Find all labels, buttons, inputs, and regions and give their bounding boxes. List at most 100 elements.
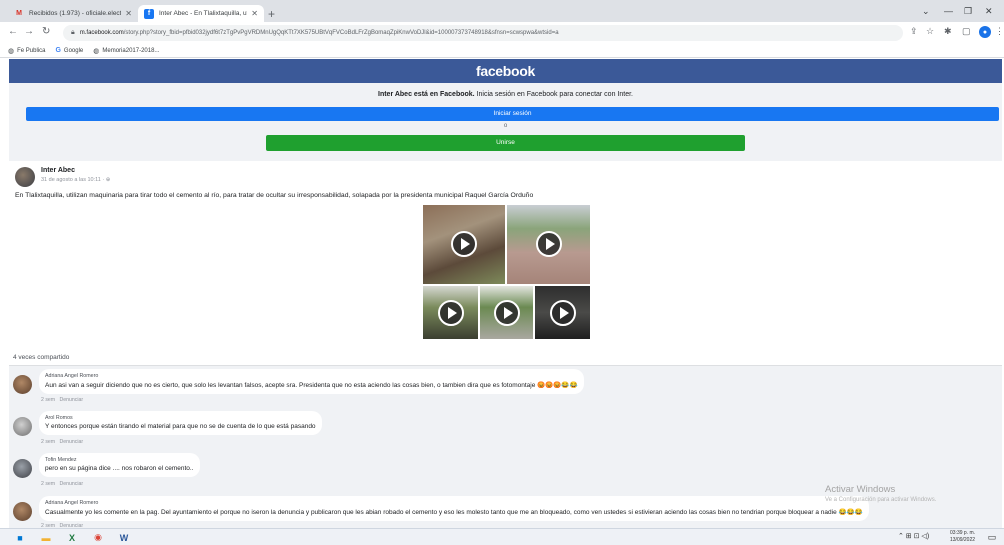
comment-time[interactable]: 2 sem <box>41 439 55 445</box>
or-separator: o <box>503 123 508 129</box>
url-path: /story.php?story_fbid=pfbid032jydf6t7zTg… <box>123 30 559 36</box>
video-thumbnail[interactable] <box>480 286 533 339</box>
forward-icon[interactable]: → <box>24 26 34 37</box>
avatar[interactable] <box>13 375 32 394</box>
system-tray[interactable]: ⌃ ⊞ ⊡ ◁) <box>898 532 929 540</box>
comment-text: Aun asi van a seguir diciendo que no es … <box>45 382 536 389</box>
play-icon[interactable] <box>438 300 464 326</box>
join-button[interactable]: Unirse <box>266 135 745 151</box>
globe-icon: ◍ <box>93 47 100 55</box>
star-icon[interactable]: ☆ <box>926 26 934 37</box>
comment-meta: 2 sem Denunciar <box>41 481 83 487</box>
avatar[interactable] <box>15 167 35 187</box>
comment-text: pero en su página dice .... nos robaron … <box>45 465 194 472</box>
bookmark-item[interactable]: G Google <box>55 47 83 54</box>
comment-bubble: Adriana Angel Romero Casualmente yo les … <box>39 496 869 521</box>
comment-text: Y entonces porque están tirando el mater… <box>45 423 316 430</box>
login-promo: Inter Abec está en Facebook. Inicia sesi… <box>9 83 1002 161</box>
file-explorer-icon[interactable]: ▬ <box>40 532 52 543</box>
tab-gmail[interactable]: M Recibidos (1.973) - oficiale.elect. ✕ <box>8 5 138 22</box>
maximize-button[interactable]: ❐ <box>964 6 972 17</box>
back-icon[interactable]: ← <box>8 26 18 37</box>
clock-date: 13/09/2022 <box>950 537 976 543</box>
tab-title: Recibidos (1.973) - oficiale.elect. <box>29 10 122 17</box>
post-author[interactable]: Inter Abec <box>41 167 75 174</box>
bookmark-item[interactable]: ◍ Memoria2017-2018... <box>93 47 159 55</box>
post-body: En Tlalixtaquilla, utilizan maquinaria p… <box>15 192 534 199</box>
facebook-logo[interactable]: facebook <box>476 63 535 79</box>
browser-toolbar: ← → ↻ 🔒︎ m.facebook.com /story.php?story… <box>0 22 1004 44</box>
word-icon[interactable]: W <box>118 532 130 543</box>
report-link[interactable]: Denunciar <box>59 481 83 487</box>
video-thumbnail[interactable] <box>535 286 590 339</box>
login-button[interactable]: Iniciar sesión <box>26 107 999 121</box>
comment-bubble: Adriana Angel Romero Aun asi van a segui… <box>39 369 584 394</box>
url-host: m.facebook.com <box>79 30 124 36</box>
minimize-button[interactable]: — <box>944 6 953 16</box>
comment-time[interactable]: 2 sem <box>41 481 55 487</box>
avatar[interactable] <box>13 417 32 436</box>
play-icon[interactable] <box>451 231 477 257</box>
comment-bubble: Arol Romos Y entonces porque están tiran… <box>39 411 322 435</box>
comment-author[interactable]: Arol Romos <box>45 415 316 421</box>
promo-message: Inicia sesión en Facebook para conectar … <box>474 91 633 98</box>
bookmark-label: Memoria2017-2018... <box>102 47 160 54</box>
comment-meta: 2 sem Denunciar <box>41 397 83 403</box>
sidebar-icon[interactable]: ▢ <box>962 26 971 37</box>
close-tab-icon[interactable]: ✕ <box>125 9 132 18</box>
report-link[interactable]: Denunciar <box>59 397 83 403</box>
avatar[interactable] <box>13 459 32 478</box>
play-icon[interactable] <box>550 300 576 326</box>
facebook-header: facebook <box>9 59 1002 83</box>
bookmarks-bar: ◍ Fe Publica G Google ◍ Memoria2017-2018… <box>0 44 1004 58</box>
play-icon[interactable] <box>494 300 520 326</box>
share-count[interactable]: 4 veces compartido <box>13 354 69 361</box>
bookmark-item[interactable]: ◍ Fe Publica <box>8 47 45 55</box>
windows-start-icon[interactable]: ■ <box>14 532 26 543</box>
comment-emoji: 😂😂😂 <box>838 509 863 516</box>
avatar[interactable] <box>13 502 32 521</box>
google-icon: G <box>55 47 61 54</box>
new-tab-button[interactable]: + <box>268 7 275 21</box>
notifications-icon[interactable]: ▭ <box>986 532 998 543</box>
gmail-icon: M <box>16 10 22 17</box>
video-thumbnail[interactable] <box>423 205 505 284</box>
activation-watermark-subtitle: Ve a Configuración para activar Windows. <box>825 497 937 503</box>
comment-text: Casualmente yo les comente en la pag. De… <box>45 509 837 516</box>
clock[interactable]: 03:39 p. m. 13/09/2022 <box>950 530 975 544</box>
comment-time[interactable]: 2 sem <box>41 397 55 403</box>
browser-tab-bar: M Recibidos (1.973) - oficiale.elect. ✕ … <box>0 0 1004 22</box>
activation-watermark-title: Activar Windows <box>825 484 896 495</box>
comment-author[interactable]: Tofin Mendez <box>45 457 194 463</box>
video-thumbnail[interactable] <box>423 286 478 339</box>
comment-author[interactable]: Adriana Angel Romero <box>45 373 578 379</box>
play-icon[interactable] <box>536 231 562 257</box>
bookmark-label: Fe Publica <box>17 47 46 54</box>
chrome-icon[interactable]: ◉ <box>92 532 104 543</box>
menu-icon[interactable]: ⋮ <box>995 26 1004 37</box>
comment-emoji: 😡😡😡😂😂 <box>537 382 578 389</box>
reload-icon[interactable]: ↻ <box>42 26 50 37</box>
address-bar[interactable]: 🔒︎ m.facebook.com /story.php?story_fbid=… <box>63 25 903 41</box>
share-icon[interactable]: ⇪ <box>910 26 918 37</box>
excel-icon[interactable]: X <box>66 532 78 543</box>
close-window-button[interactable]: ✕ <box>985 6 993 17</box>
comment-author[interactable]: Adriana Angel Romero <box>45 500 863 506</box>
profile-avatar[interactable]: ● <box>979 26 991 38</box>
comment-bubble: Tofin Mendez pero en su página dice ....… <box>39 453 200 477</box>
video-thumbnail[interactable] <box>507 205 590 284</box>
extensions-icon[interactable]: ✱ <box>944 26 952 37</box>
promo-text: Inter Abec está en Facebook. Inicia sesi… <box>9 91 1002 98</box>
taskbar: ■ ▬ X ◉ W ⌃ ⊞ ⊡ ◁) 03:39 p. m. 13/09/202… <box>0 528 1004 545</box>
lock-icon: 🔒︎ <box>71 29 75 36</box>
tab-facebook[interactable]: f Inter Abec - En Tlalixtaquilla, utili.… <box>138 5 264 22</box>
post: Inter Abec 31 de agosto a las 10:11 · ⊕ … <box>9 161 1002 351</box>
report-link[interactable]: Denunciar <box>59 439 83 445</box>
promo-page-name: Inter Abec está en Facebook. <box>378 91 475 98</box>
bookmark-label: Google <box>63 47 84 54</box>
tab-title: Inter Abec - En Tlalixtaquilla, utili. <box>159 10 248 17</box>
close-tab-icon[interactable]: ✕ <box>251 9 258 18</box>
clock-time: 03:39 p. m. <box>950 530 976 536</box>
chevron-down-icon[interactable]: ⌄ <box>922 6 930 17</box>
post-timestamp[interactable]: 31 de agosto a las 10:11 · ⊕ <box>41 177 110 183</box>
